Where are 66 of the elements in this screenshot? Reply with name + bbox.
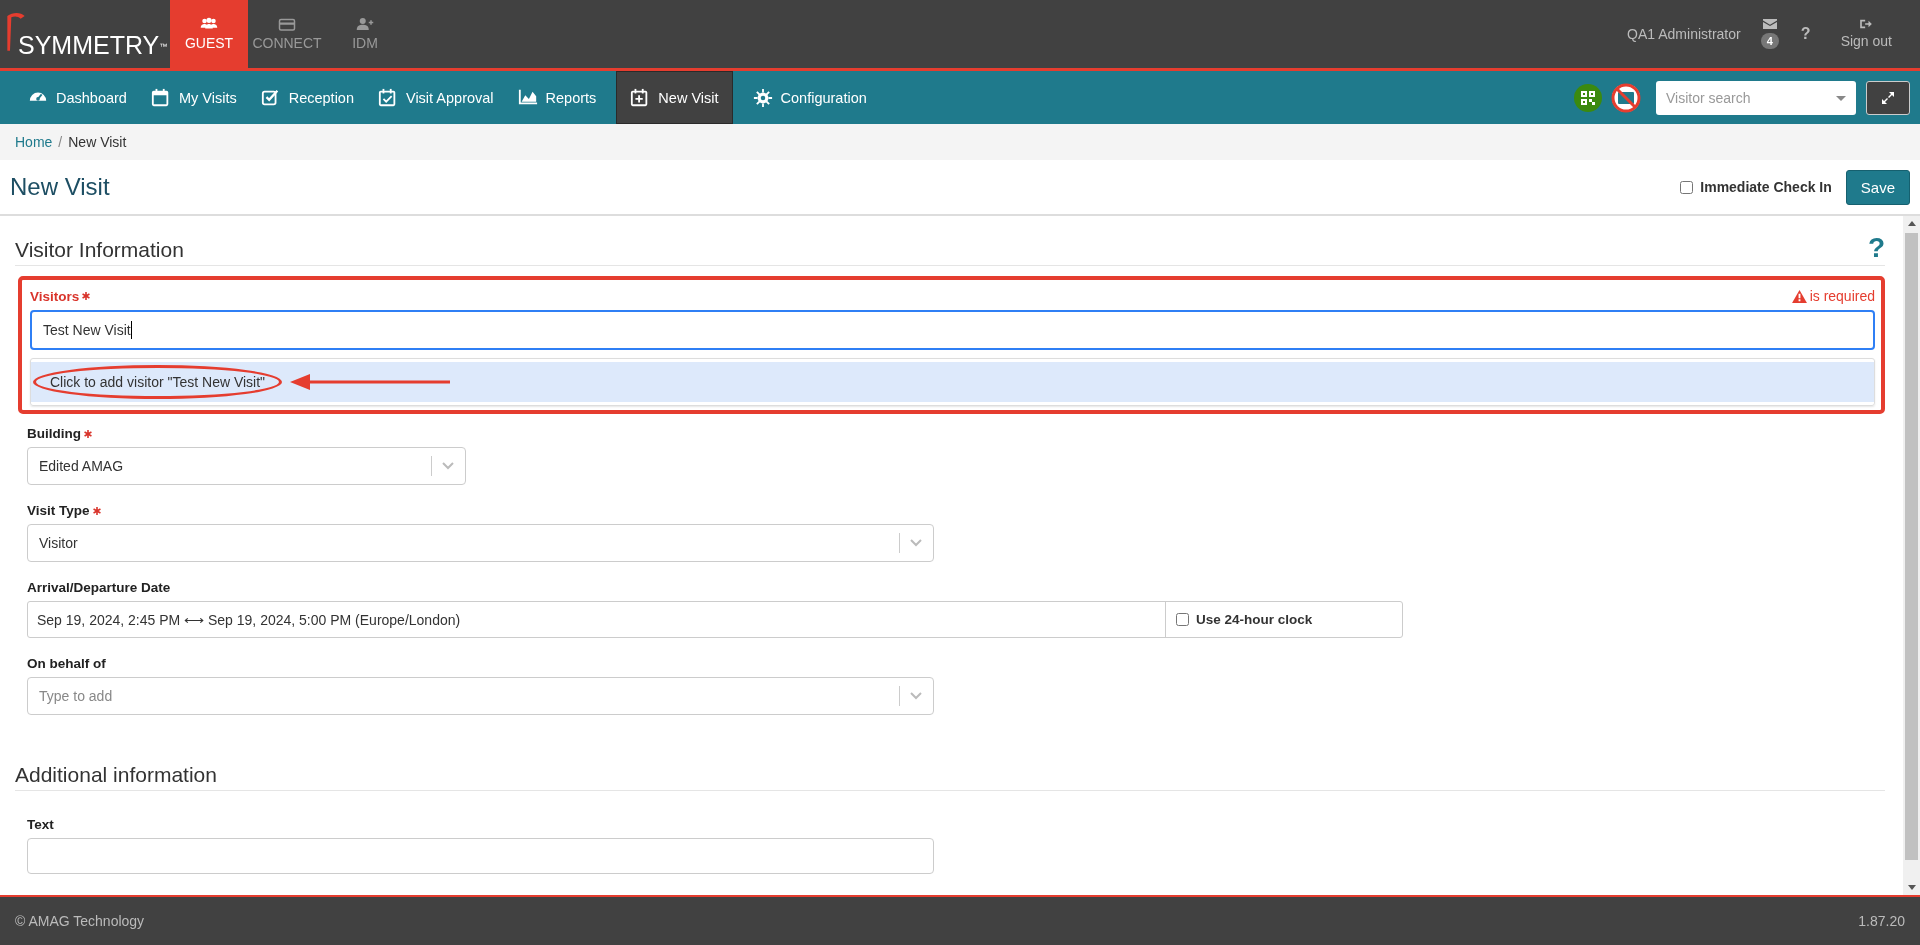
checkbox[interactable] bbox=[1176, 613, 1189, 626]
save-button[interactable]: Save bbox=[1845, 169, 1910, 205]
field-label: Text bbox=[27, 817, 54, 832]
module-tab[interactable]: IDM bbox=[326, 0, 404, 68]
error-message: is required bbox=[1791, 288, 1875, 304]
field-label: On behalf of bbox=[27, 656, 106, 671]
select-field[interactable]: Edited AMAG bbox=[27, 447, 466, 485]
module-tab[interactable]: CONNECT bbox=[248, 0, 326, 68]
visitor-search-field[interactable]: Visitor search bbox=[1656, 80, 1856, 115]
user-name[interactable]: QA1 Administrator bbox=[1627, 26, 1741, 42]
nav-item[interactable]: Visit Approval bbox=[366, 71, 506, 124]
calendar-check-icon bbox=[378, 87, 398, 108]
suggestion-option[interactable]: Click to add visitor "Test New Visit" bbox=[31, 362, 1874, 402]
checkbox[interactable] bbox=[1680, 180, 1694, 194]
scroll-down-icon bbox=[1907, 885, 1916, 890]
breadcrumb-link[interactable]: Home bbox=[15, 134, 53, 150]
text-field[interactable] bbox=[27, 838, 934, 874]
version-text: 1.87.20 bbox=[1858, 913, 1905, 929]
annotation-ellipse: Click to add visitor "Test New Visit" bbox=[33, 365, 283, 399]
section-title: Visitor Information bbox=[15, 238, 184, 262]
expand-icon bbox=[1882, 91, 1894, 104]
add-user-icon bbox=[356, 17, 374, 31]
symmetry-logo: SYMMETRY$^{™}$ bbox=[0, 0, 170, 68]
card-icon bbox=[278, 17, 296, 31]
breadcrumb-separator: / bbox=[58, 134, 63, 150]
expand-button[interactable] bbox=[1866, 80, 1910, 115]
chevron-down-icon bbox=[910, 539, 922, 547]
sign-out-link[interactable]: Sign out bbox=[1840, 0, 1892, 68]
message-count[interactable]: 4 bbox=[1760, 33, 1779, 49]
qr-code-icon[interactable] bbox=[1574, 83, 1602, 112]
checkbox-label[interactable]: Use 24-hour clock bbox=[1196, 612, 1313, 627]
nav-item[interactable]: Reports bbox=[505, 71, 609, 124]
gear-icon bbox=[752, 87, 773, 108]
nav-item[interactable]: My Visits bbox=[138, 71, 249, 124]
field-label: Building bbox=[27, 426, 81, 441]
nav-item[interactable]: Reception bbox=[248, 71, 366, 124]
section-title: Additional information bbox=[15, 763, 217, 787]
sign-out-icon bbox=[1860, 19, 1873, 29]
field-label: Visit Type bbox=[27, 503, 90, 518]
scroll-up-icon bbox=[1907, 221, 1916, 226]
checkbox-label[interactable]: Immediate Check In bbox=[1700, 179, 1832, 195]
caret-icon bbox=[1836, 95, 1846, 101]
select-field[interactable]: Visitor bbox=[27, 524, 934, 562]
copyright-text: © AMAG Technology bbox=[15, 913, 145, 929]
nav-item[interactable]: New Visit bbox=[616, 71, 733, 124]
nav-item[interactable]: Dashboard bbox=[16, 71, 139, 124]
no-card-icon bbox=[1610, 81, 1642, 114]
help-icon[interactable]: ? bbox=[1867, 234, 1885, 262]
checkbox-icon bbox=[260, 87, 281, 108]
breadcrumb-current: New Visit bbox=[68, 134, 127, 150]
envelope-icon bbox=[1762, 19, 1777, 29]
chevron-down-icon bbox=[910, 692, 922, 700]
module-tab[interactable]: GUEST bbox=[170, 0, 248, 68]
field-label: Visitors bbox=[30, 288, 80, 304]
field-label: Arrival/Departure Date bbox=[27, 580, 171, 595]
page-title: New Visit bbox=[10, 173, 110, 201]
warning-icon bbox=[1791, 289, 1807, 303]
chevron-down-icon bbox=[442, 462, 454, 470]
nav-item[interactable]: Configuration bbox=[740, 71, 879, 124]
select-field[interactable]: Type to add bbox=[27, 677, 934, 715]
calendar-icon bbox=[150, 87, 171, 108]
help-link[interactable]: ? bbox=[1800, 25, 1811, 43]
visitor-input-field[interactable]: Test New Visit bbox=[30, 310, 1875, 350]
date-range-field[interactable]: Sep 19, 2024, 2:45 PM ⟷ Sep 19, 2024, 5:00 PM (Europe/London) bbox=[28, 602, 1166, 637]
people-icon bbox=[200, 17, 218, 31]
scrollbar[interactable] bbox=[1903, 216, 1920, 895]
